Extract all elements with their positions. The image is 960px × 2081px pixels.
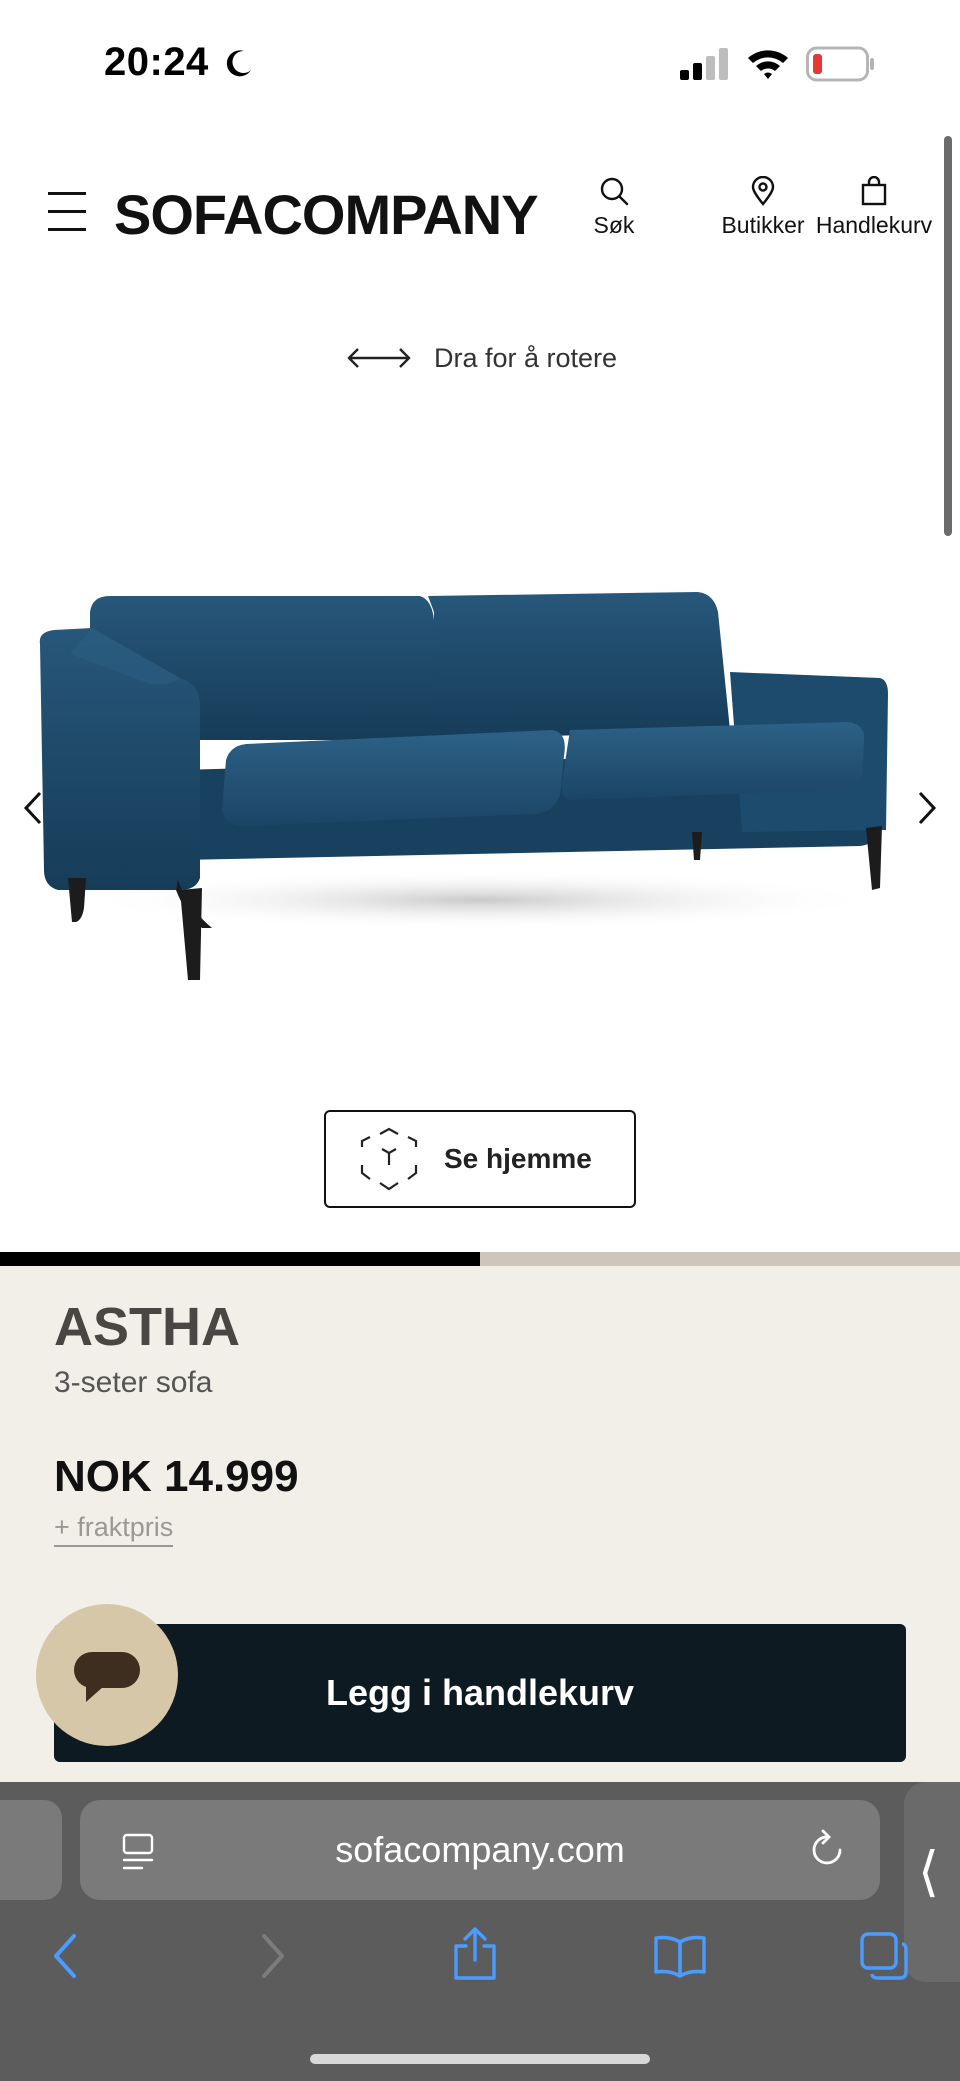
status-bar: 20:24 (0, 0, 960, 130)
chat-button[interactable] (36, 1604, 178, 1746)
product-name: ASTHA (54, 1297, 240, 1357)
battery-icon (806, 46, 874, 82)
previous-image-arrow[interactable] (18, 790, 48, 826)
site-logo[interactable]: SOFACOMPANY (114, 182, 539, 247)
wifi-icon (748, 50, 788, 79)
tabs-icon[interactable] (858, 1930, 910, 1982)
product-image[interactable] (30, 560, 890, 1000)
view-at-home-label: Se hjemme (444, 1143, 592, 1174)
location-pin-icon (751, 176, 775, 206)
gallery-progress-fill (0, 1252, 480, 1266)
share-icon[interactable] (452, 1926, 498, 1982)
shipping-price-link[interactable]: + fraktpris (54, 1512, 174, 1547)
search-label: Søk (593, 212, 635, 238)
address-bar[interactable]: sofacompany.com (80, 1800, 880, 1900)
search-button[interactable]: Søk (592, 176, 636, 239)
chat-icon (74, 1652, 140, 1702)
previous-tab-preview[interactable] (0, 1800, 62, 1900)
product-info: ASTHA 3-seter sofa NOK 14.999 + fraktpri… (0, 1266, 960, 1786)
stores-button[interactable]: Butikker (698, 176, 828, 239)
next-image-arrow[interactable] (912, 790, 942, 826)
back-icon[interactable] (48, 1932, 82, 1980)
browser-bar: sofacompany.com ⟨ (0, 1782, 960, 2081)
product-subtitle: 3-seter sofa (54, 1366, 213, 1399)
moon-icon (226, 50, 251, 77)
site-header: SOFACOMPANY Søk Butikker Handlekurv (0, 170, 960, 290)
status-time: 20:24 (104, 40, 209, 84)
gallery-progress (0, 1252, 960, 1266)
reload-icon[interactable] (808, 1828, 848, 1872)
search-icon (600, 177, 629, 206)
product-price: NOK 14.999 (54, 1452, 299, 1501)
shopping-bag-icon (861, 176, 887, 206)
ar-cube-icon (360, 1127, 418, 1191)
bookmarks-icon[interactable] (652, 1934, 708, 1978)
add-to-cart-button[interactable]: Legg i handlekurv (54, 1624, 906, 1762)
double-arrow-icon (347, 348, 411, 368)
forward-icon (262, 1934, 284, 1978)
rotate-hint: Dra for å rotere (346, 338, 617, 378)
rotate-hint-text: Dra for å rotere (434, 342, 618, 373)
url-text: sofacompany.com (335, 1829, 625, 1870)
stores-label: Butikker (721, 212, 805, 238)
signal-icon (680, 48, 728, 80)
view-at-home-button[interactable]: Se hjemme (324, 1110, 636, 1208)
cart-button[interactable]: Handlekurv (812, 176, 936, 239)
home-indicator[interactable] (310, 2054, 650, 2064)
cart-label: Handlekurv (815, 212, 933, 238)
menu-icon[interactable] (48, 192, 86, 234)
next-tab-preview[interactable]: ⟨ (904, 1782, 960, 1982)
